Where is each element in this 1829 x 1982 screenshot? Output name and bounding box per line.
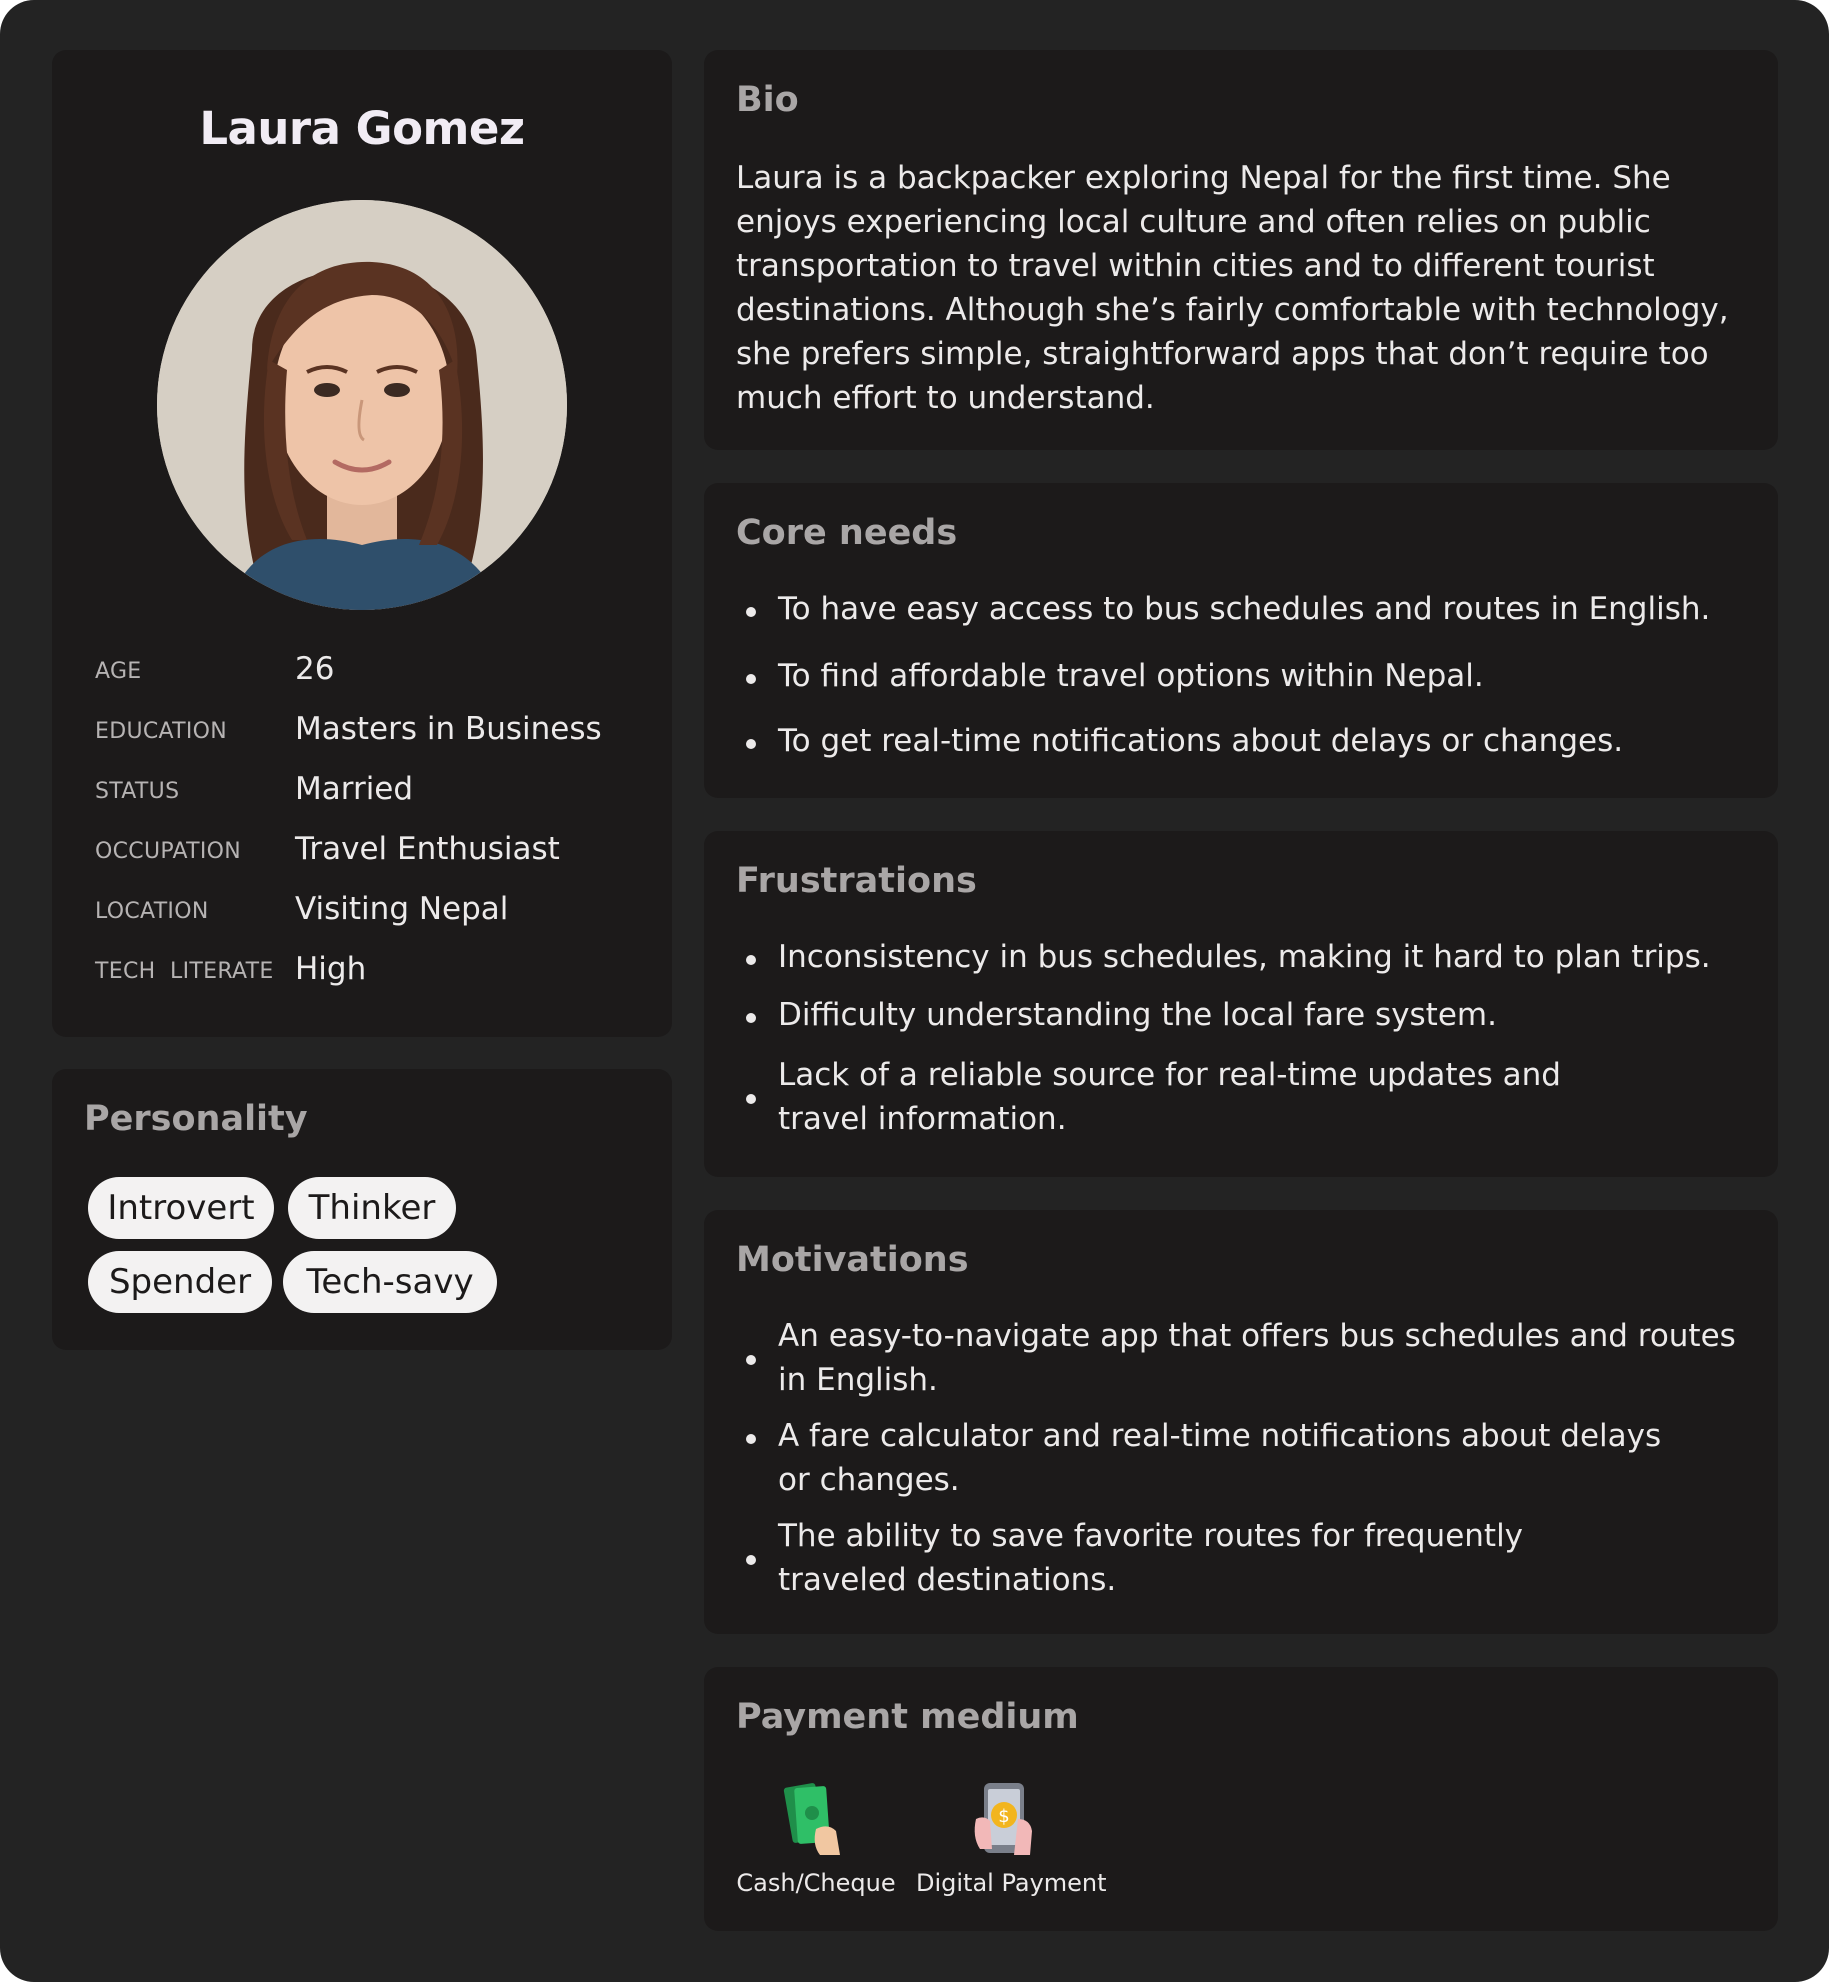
fact-row-status: STATUS Married (95, 765, 655, 815)
list-item-text: Inconsistency in bus schedules, making i… (778, 939, 1711, 975)
fact-label: LOCATION (95, 899, 209, 924)
bullet-dot (746, 739, 756, 749)
list-item-text: A fare calculator and real-time notifica… (778, 1418, 1662, 1498)
bullet-dot (746, 607, 756, 617)
motivations-card: Motivations An easy-to-navigate app that… (704, 1210, 1778, 1634)
fact-value: Masters in Business (295, 711, 602, 747)
list-item-text: The ability to save favorite routes for … (778, 1518, 1524, 1598)
fact-row-occupation: OCCUPATION Travel Enthusiast (95, 825, 655, 875)
fact-row-education: EDUCATION Masters in Business (95, 705, 655, 755)
fact-label: AGE (95, 659, 142, 684)
payment-method-label: Cash/Cheque (736, 1869, 896, 1897)
fact-label: EDUCATION (95, 719, 228, 744)
bullet-dot (746, 1434, 756, 1444)
persona-name: Laura Gomez (199, 102, 525, 155)
bio-text: Laura is a backpacker exploring Nepal fo… (736, 160, 1729, 416)
phone-payment-icon: $ (966, 1779, 1046, 1859)
fact-value: 26 (295, 651, 335, 687)
svg-text:$: $ (998, 1806, 1009, 1827)
section-title: Frustrations (736, 861, 977, 901)
fact-label: TECH LITERATE (95, 959, 274, 984)
bio-card: Bio Laura is a backpacker exploring Nepa… (704, 50, 1778, 450)
bullet-dot (746, 1355, 756, 1365)
list-item-text: To have easy access to bus schedules and… (778, 591, 1711, 627)
fact-value: Married (295, 771, 414, 807)
cash-in-hand-icon (776, 1779, 856, 1859)
persona-frame: Laura Gomez AGE 26 EDUCATION Masters in … (0, 0, 1829, 1982)
section-title: Bio (736, 80, 799, 120)
payment-card: Payment medium Cash/Cheque $ Digital Pay… (704, 1667, 1778, 1931)
list-item-text: Lack of a reliable source for real-time … (778, 1057, 1561, 1137)
fact-row-location: LOCATION Visiting Nepal (95, 885, 655, 935)
payment-method-label: Digital Payment (916, 1869, 1107, 1897)
payment-method-digital: $ Digital Payment (916, 1779, 1107, 1897)
section-title: Personality (84, 1099, 308, 1139)
section-title: Motivations (736, 1240, 969, 1280)
payment-method-cash: Cash/Cheque (736, 1779, 896, 1897)
fact-value: Visiting Nepal (295, 891, 509, 927)
bullet-dot (746, 955, 756, 965)
profile-card: Laura Gomez AGE 26 EDUCATION Masters in … (52, 50, 672, 1037)
list-item-text: An easy-to-navigate app that offers bus … (778, 1318, 1736, 1398)
trait-pill: Introvert (88, 1177, 274, 1239)
fact-label: OCCUPATION (95, 839, 242, 864)
section-title: Core needs (736, 513, 958, 553)
personality-card: Personality Introvert Thinker Spender Te… (52, 1069, 672, 1350)
fact-value: Travel Enthusiast (295, 831, 560, 867)
bullet-dot (746, 674, 756, 684)
trait-pill: Tech-savy (283, 1251, 497, 1313)
bullet-dot (746, 1094, 756, 1104)
section-title: Payment medium (736, 1697, 1079, 1737)
core-needs-card: Core needs To have easy access to bus sc… (704, 483, 1778, 798)
list-item-text: To get real-time notifications about del… (778, 723, 1624, 759)
fact-row-tech-literate: TECH LITERATE High (95, 945, 655, 995)
fact-label: STATUS (95, 779, 180, 804)
list-item-text: Difficulty understanding the local fare … (778, 997, 1497, 1033)
fact-value: High (295, 951, 367, 987)
list-item-text: To find affordable travel options within… (778, 658, 1484, 694)
bullet-dot (746, 1013, 756, 1023)
bullet-dot (746, 1555, 756, 1565)
frustrations-card: Frustrations Inconsistency in bus schedu… (704, 831, 1778, 1177)
trait-pill: Thinker (288, 1177, 456, 1239)
trait-pill: Spender (88, 1251, 272, 1313)
fact-row-age: AGE 26 (95, 645, 655, 695)
avatar (157, 200, 567, 610)
